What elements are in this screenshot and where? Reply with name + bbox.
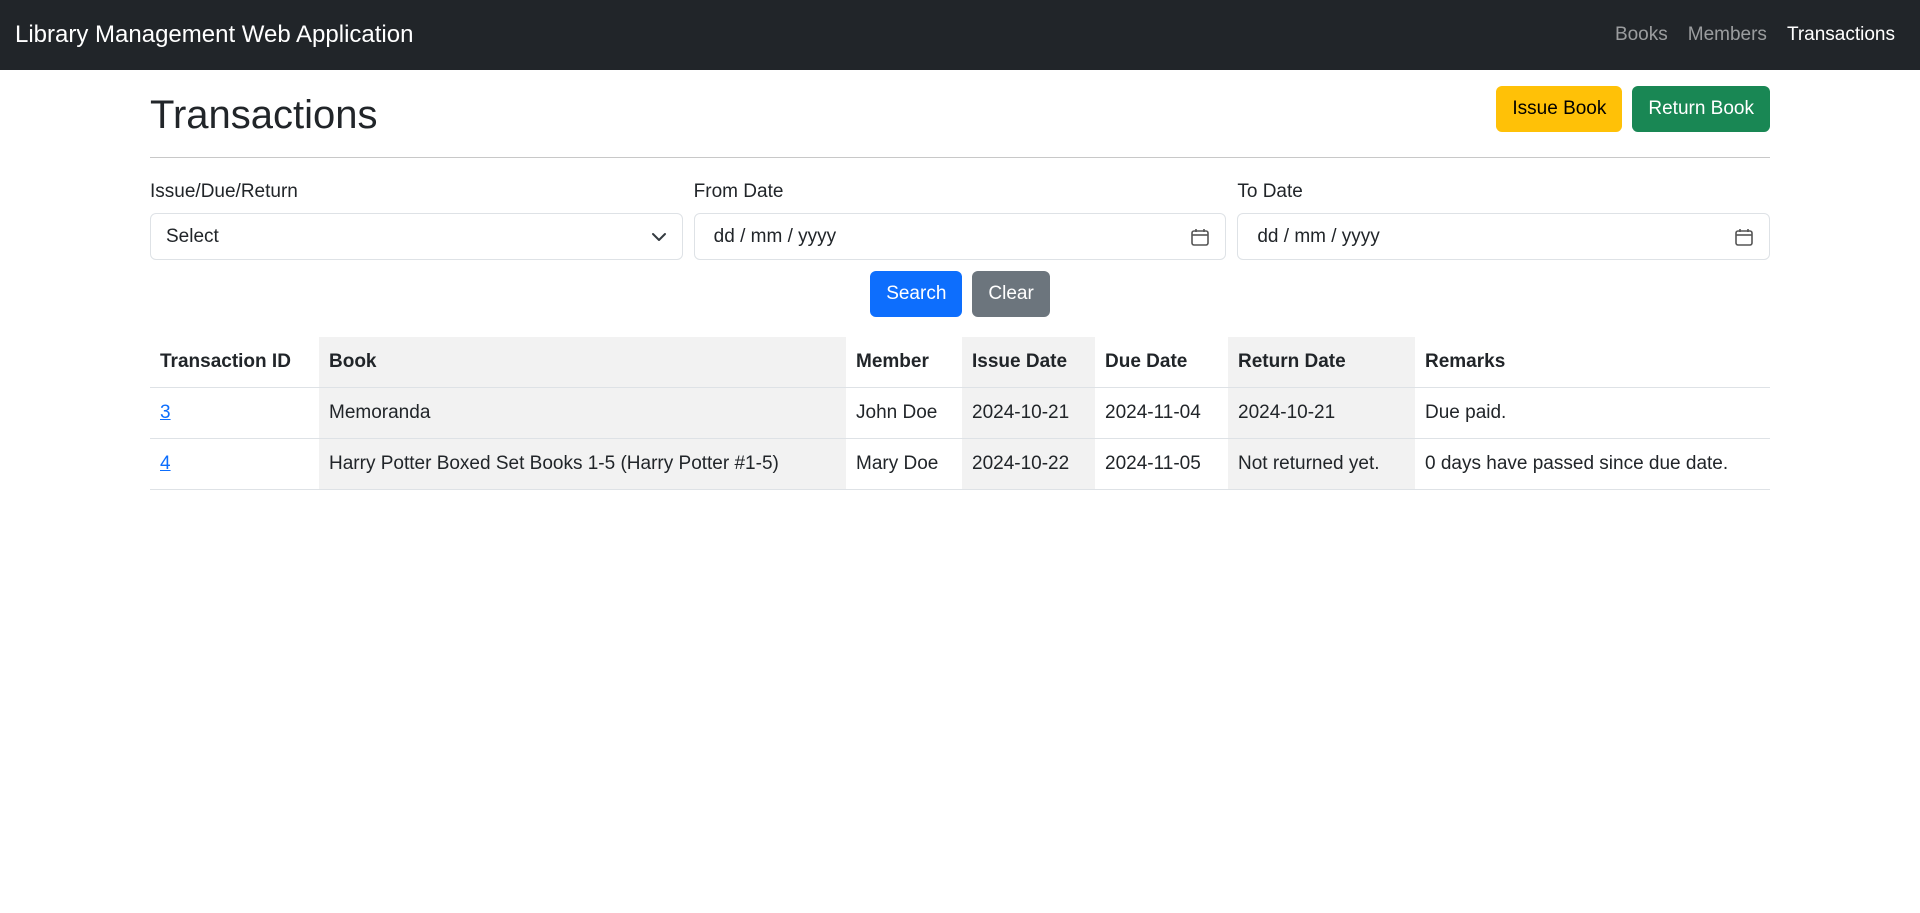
page-title: Transactions <box>150 93 378 137</box>
issue-book-button[interactable]: Issue Book <box>1496 85 1623 132</box>
remarks-cell: Due paid. <box>1415 387 1770 439</box>
member-cell: John Doe <box>846 387 962 439</box>
type-filter-label: Issue/Due/Return <box>150 181 298 202</box>
return-date-cell: 2024-10-21 <box>1228 387 1415 439</box>
table-row: 3 Memoranda John Doe 2024-10-21 2024-11-… <box>150 387 1770 439</box>
main-container: Transactions Issue Book Return Book Issu… <box>150 70 1771 490</box>
col-header-due-date: Due Date <box>1095 337 1228 388</box>
col-header-transaction-id: Transaction ID <box>150 337 319 388</box>
return-book-button[interactable]: Return Book <box>1632 85 1770 132</box>
to-date-placeholder: dd / mm / yyyy <box>1257 225 1380 247</box>
to-date-label: To Date <box>1237 181 1303 202</box>
transaction-id-link[interactable]: 4 <box>160 453 171 474</box>
calendar-icon[interactable] <box>1190 227 1210 247</box>
top-navbar: Library Management Web Application Books… <box>0 0 1920 70</box>
book-cell: Harry Potter Boxed Set Books 1-5 (Harry … <box>319 438 846 490</box>
to-date-group: To Date dd / mm / yyyy <box>1237 181 1771 260</box>
search-actions: Search Clear <box>150 271 1770 317</box>
table-header-row: Transaction ID Book Member Issue Date Du… <box>150 337 1770 388</box>
col-header-issue-date: Issue Date <box>962 337 1095 388</box>
col-header-book: Book <box>319 337 846 388</box>
calendar-icon[interactable] <box>1734 227 1754 247</box>
issue-date-cell: 2024-10-21 <box>962 387 1095 439</box>
transaction-id-cell: 4 <box>150 438 319 490</box>
chevron-down-icon <box>651 232 666 241</box>
header-actions: Issue Book Return Book <box>1496 85 1770 132</box>
table-row: 4 Harry Potter Boxed Set Books 1-5 (Harr… <box>150 438 1770 490</box>
type-select-value: Select <box>166 225 219 247</box>
from-date-group: From Date dd / mm / yyyy <box>693 181 1227 260</box>
page-header: Transactions Issue Book Return Book <box>150 70 1770 158</box>
from-date-input[interactable]: dd / mm / yyyy <box>693 213 1227 260</box>
col-header-return-date: Return Date <box>1228 337 1415 388</box>
book-cell: Memoranda <box>319 387 846 439</box>
from-date-label: From Date <box>693 181 784 202</box>
remarks-cell: 0 days have passed since due date. <box>1415 438 1770 490</box>
return-date-cell: Not returned yet. <box>1228 438 1415 490</box>
transaction-id-cell: 3 <box>150 387 319 439</box>
nav-link-members[interactable]: Members <box>1678 24 1777 46</box>
nav-link-books[interactable]: Books <box>1605 24 1678 46</box>
nav-link-transactions[interactable]: Transactions <box>1777 24 1905 46</box>
due-date-cell: 2024-11-04 <box>1095 387 1228 439</box>
from-date-placeholder: dd / mm / yyyy <box>713 225 837 247</box>
col-header-remarks: Remarks <box>1415 337 1770 388</box>
col-header-member: Member <box>846 337 962 388</box>
issue-date-cell: 2024-10-22 <box>962 438 1095 490</box>
search-button[interactable]: Search <box>870 271 963 317</box>
type-filter-group: Issue/Due/Return Select <box>150 181 683 260</box>
member-cell: Mary Doe <box>846 438 962 490</box>
to-date-input[interactable]: dd / mm / yyyy <box>1237 213 1771 260</box>
transaction-id-link[interactable]: 3 <box>160 402 171 423</box>
clear-button[interactable]: Clear <box>972 271 1050 317</box>
type-select[interactable]: Select <box>150 213 683 260</box>
nav-links: Books Members Transactions <box>1605 24 1905 46</box>
app-brand[interactable]: Library Management Web Application <box>15 21 413 49</box>
due-date-cell: 2024-11-05 <box>1095 438 1228 490</box>
filter-form: Issue/Due/Return Select From Date dd / m… <box>150 181 1771 260</box>
transactions-table: Transaction ID Book Member Issue Date Du… <box>150 337 1770 490</box>
